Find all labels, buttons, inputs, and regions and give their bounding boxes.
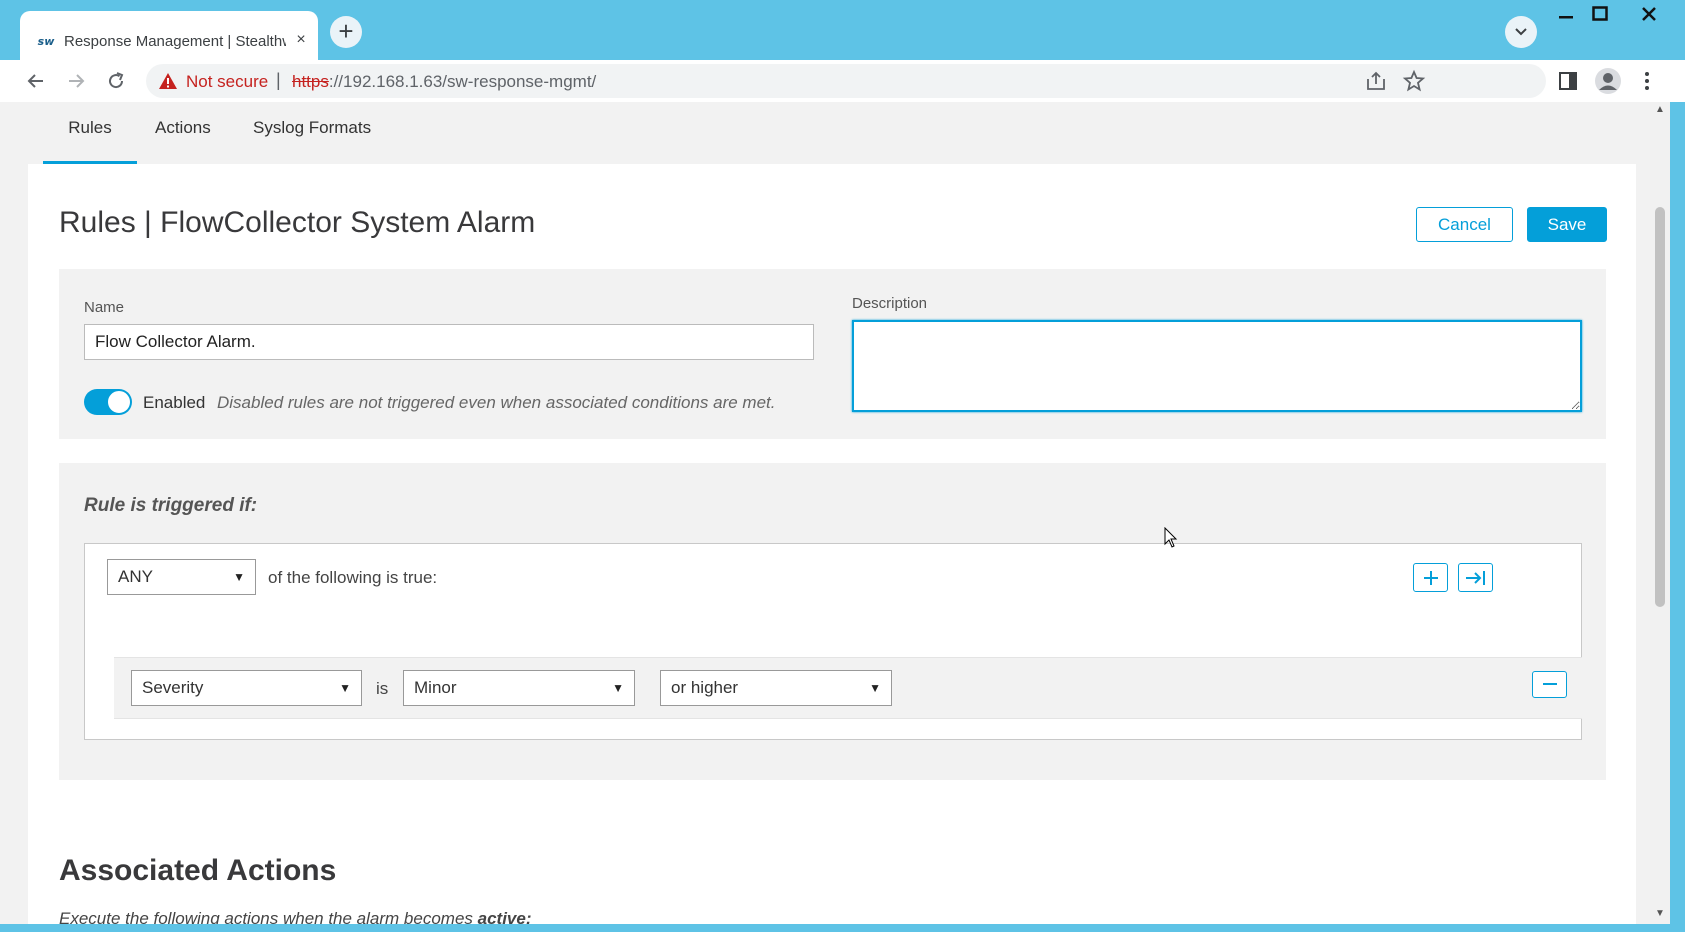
save-button[interactable]: Save	[1527, 207, 1607, 242]
caret-down-icon: ▼	[612, 681, 624, 695]
maximize-icon	[1592, 6, 1608, 21]
mouse-cursor-icon	[1164, 527, 1178, 548]
description-label: Description	[852, 295, 928, 312]
page-title: Rules | FlowCollector System Alarm	[59, 206, 536, 239]
browser-toolbar: Not secure | https://192.168.1.63/sw-res…	[0, 60, 1685, 102]
scroll-down-icon[interactable]: ▼	[1654, 908, 1666, 919]
side-panel-icon[interactable]	[1556, 69, 1580, 93]
url-scheme: https	[292, 72, 329, 91]
condition-operator-text: is	[376, 679, 389, 698]
tab-rules[interactable]: Rules	[43, 118, 137, 166]
forward-arrow-icon	[69, 74, 85, 88]
minimize-icon	[1559, 16, 1573, 19]
condition-value: Minor	[414, 678, 457, 697]
add-condition-button[interactable]	[1413, 563, 1448, 592]
reload-icon	[109, 72, 124, 89]
caret-down-icon: ▼	[339, 681, 351, 695]
plus-icon	[1423, 571, 1438, 585]
caret-down-icon: ▼	[869, 681, 881, 695]
window-minimize-button[interactable]	[1550, 2, 1582, 28]
enabled-label: Enabled	[143, 393, 206, 412]
profile-avatar-icon[interactable]	[1594, 67, 1622, 95]
name-field[interactable]	[84, 324, 814, 360]
reload-button[interactable]	[102, 67, 130, 95]
condition-row: Severity ▼ is Minor ▼ or higher ▼	[114, 657, 1582, 719]
match-description: of the following is true:	[268, 568, 438, 587]
condition-value-select[interactable]: Minor ▼	[403, 670, 635, 706]
tab-rules-label: Rules	[68, 118, 112, 137]
browser-tab[interactable]: sw Response Management | Stealthwatch ×	[20, 11, 318, 63]
caret-down-icon: ▼	[233, 570, 245, 584]
indent-arrow-icon	[1465, 571, 1485, 585]
page-viewport: Rules Actions Syslog Formats Rules | Flo…	[0, 102, 1650, 924]
forward-button[interactable]	[62, 67, 90, 95]
cancel-button[interactable]: Cancel	[1416, 207, 1513, 242]
back-arrow-icon	[27, 74, 43, 88]
rule-details-panel: Name Description Enabled Disabled rules …	[59, 269, 1606, 439]
enabled-toggle[interactable]	[84, 389, 132, 415]
rule-trigger-heading: Rule is triggered if:	[84, 495, 258, 516]
tab-actions[interactable]: Actions	[155, 118, 211, 166]
scrollbar-thumb[interactable]	[1655, 207, 1665, 607]
condition-field-value: Severity	[142, 678, 204, 697]
tab-close-icon[interactable]: ×	[290, 29, 312, 51]
condition-qualifier-value: or higher	[671, 678, 739, 697]
page-scrollbar[interactable]: ▲ ▼	[1650, 102, 1670, 924]
subtitle-emphasis: active:	[477, 909, 532, 924]
browser-tabstrip: sw Response Management | Stealthwatch × …	[0, 0, 1685, 63]
window-close-button[interactable]	[1633, 2, 1665, 28]
condition-field-select[interactable]: Severity ▼	[131, 670, 362, 706]
enabled-help-text: Disabled rules are not triggered even wh…	[217, 393, 776, 412]
associated-actions-subtitle: Execute the following actions when the a…	[59, 909, 532, 924]
match-type-select[interactable]: ANY ▼	[107, 559, 256, 595]
address-bar[interactable]: Not secure | https://192.168.1.63/sw-res…	[146, 64, 1546, 98]
tab-syslog-formats-label: Syslog Formats	[253, 118, 372, 137]
match-type-value: ANY	[118, 567, 153, 586]
condition-group: ANY ▼ of the following is true: Severity…	[84, 543, 1582, 740]
not-secure-label[interactable]: Not secure	[186, 72, 268, 92]
subtitle-prefix: Execute the following actions when the a…	[59, 909, 478, 924]
rule-conditions-panel: Rule is triggered if: ANY ▼ of the follo…	[59, 463, 1606, 780]
remove-condition-button[interactable]	[1532, 671, 1567, 698]
warning-icon	[159, 73, 177, 89]
name-label: Name	[84, 299, 125, 316]
associated-actions-title: Associated Actions	[59, 854, 337, 887]
sub-navigation: Rules Actions Syslog Formats	[0, 102, 1650, 166]
bookmark-star-icon[interactable]	[1402, 69, 1426, 93]
window-maximize-button[interactable]	[1584, 2, 1616, 28]
close-icon	[1642, 7, 1656, 21]
url-separator: |	[276, 70, 281, 90]
tab-actions-label: Actions	[155, 118, 211, 137]
url-text[interactable]: https://192.168.1.63/sw-response-mgmt/	[292, 72, 596, 92]
new-tab-button[interactable]: +	[330, 16, 362, 48]
back-button[interactable]	[22, 67, 50, 95]
scroll-up-icon[interactable]: ▲	[1654, 104, 1666, 115]
minus-icon	[1542, 683, 1557, 685]
tab-search-button[interactable]	[1505, 16, 1537, 48]
tab-title: Response Management | Stealthwatch	[64, 33, 286, 50]
url-path: ://192.168.1.63/sw-response-mgmt/	[328, 72, 597, 91]
description-field[interactable]	[852, 320, 1582, 412]
add-nested-group-button[interactable]	[1458, 563, 1493, 592]
share-icon[interactable]	[1364, 69, 1388, 93]
tab-syslog-formats[interactable]: Syslog Formats	[253, 118, 371, 166]
condition-qualifier-select[interactable]: or higher ▼	[660, 670, 892, 706]
browser-menu-icon[interactable]	[1640, 69, 1654, 93]
rule-editor-card: Rules | FlowCollector System Alarm Cance…	[28, 164, 1636, 924]
toggle-knob	[107, 390, 131, 414]
stealthwatch-favicon-icon: sw	[37, 35, 55, 48]
chevron-down-icon	[1515, 28, 1527, 36]
